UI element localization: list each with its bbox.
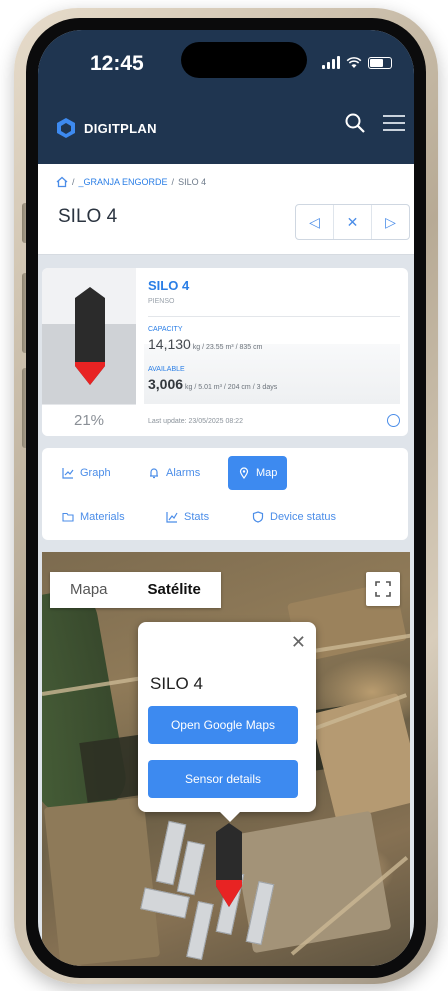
silo-product: PIENSO [148, 298, 175, 305]
fullscreen-button[interactable] [366, 572, 400, 606]
close-button[interactable]: ✕ [333, 205, 371, 239]
map-field [43, 797, 161, 966]
brand-logo[interactable]: DIGITPLAN [56, 117, 157, 139]
breadcrumb-bar: / _GRANJA ENGORDE / SILO 4 SILO 4 ◁ ✕ ▷ [38, 164, 414, 255]
verified-check-icon [387, 414, 400, 427]
brand-name: DIGITPLAN [84, 120, 157, 136]
map-info-popup: ✕ SILO 4 Open Google Maps Sensor details [138, 622, 316, 822]
map-building [186, 900, 214, 961]
map-type-toggle: Mapa Satélite [50, 572, 221, 608]
tab-label: Materials [80, 511, 125, 523]
capacity-label: CAPACITY [148, 326, 183, 333]
map-pin-icon [239, 467, 249, 479]
tab-label: Graph [80, 467, 111, 479]
battery-icon [368, 57, 392, 69]
shield-icon [252, 511, 264, 523]
screen: 12:45 DIGITPLAN / _GRANJA ENGORDE / SILO… [38, 30, 414, 966]
breadcrumb-farm-link[interactable]: _GRANJA ENGORDE [79, 177, 168, 187]
map-type-satellite[interactable]: Satélite [128, 572, 221, 608]
home-icon[interactable] [56, 176, 68, 188]
tab-stats[interactable]: Stats [156, 502, 219, 532]
wifi-icon [346, 57, 362, 68]
silo-icon [75, 287, 105, 385]
fill-percentage: 21% [42, 404, 136, 436]
available-row: 3,006 kg / 5.01 m³ / 204 cm / 3 days [148, 376, 277, 392]
fullscreen-icon [375, 581, 391, 597]
folder-icon [62, 512, 74, 522]
tab-label: Map [256, 467, 278, 479]
status-time: 12:45 [90, 52, 144, 75]
breadcrumb-current: SILO 4 [178, 177, 207, 187]
chart-icon [62, 468, 74, 479]
page-title: SILO 4 [58, 206, 118, 227]
breadcrumb: / _GRANJA ENGORDE / SILO 4 [56, 176, 206, 188]
map-type-mapa[interactable]: Mapa [50, 572, 128, 608]
capacity-row: 14,130 kg / 23.55 m³ / 835 cm [148, 336, 262, 352]
popup-title: SILO 4 [150, 674, 203, 693]
detail-tabs: Graph Alarms Map Materials Stats Device … [42, 448, 408, 540]
silo-summary-card: 21% SILO 4 PIENSO CAPACITY 14,130 kg / 2… [42, 268, 408, 436]
tab-alarms[interactable]: Alarms [138, 458, 210, 488]
phone-bezel: 12:45 DIGITPLAN / _GRANJA ENGORDE / SILO… [26, 18, 426, 978]
menu-icon[interactable] [382, 113, 406, 133]
tab-label: Alarms [166, 467, 201, 479]
bell-icon [150, 468, 158, 479]
capacity-value: 14,130 [148, 336, 191, 352]
stats-icon [166, 512, 178, 523]
silo-map-marker-icon[interactable] [214, 822, 244, 908]
dynamic-island [181, 42, 307, 78]
silo-info: SILO 4 PIENSO CAPACITY 14,130 kg / 23.55… [144, 268, 408, 436]
last-update: Last update: 23/05/2025 08:22 [148, 418, 243, 425]
open-google-maps-button[interactable]: Open Google Maps [148, 706, 298, 744]
available-detail: kg / 5.01 m³ / 204 cm / 3 days [185, 384, 278, 391]
available-value: 3,006 [148, 376, 184, 392]
signal-icon [322, 56, 340, 69]
app-header: 12:45 DIGITPLAN [38, 30, 414, 164]
breadcrumb-separator: / [171, 177, 175, 187]
popup-close-button[interactable]: ✕ [291, 632, 306, 653]
sensor-details-button[interactable]: Sensor details [148, 760, 298, 798]
silo-name[interactable]: SILO 4 [148, 278, 189, 293]
capacity-detail: kg / 23.55 m³ / 835 cm [192, 344, 263, 351]
tab-device-status[interactable]: Device status [242, 502, 346, 532]
record-navigation: ◁ ✕ ▷ [295, 204, 410, 240]
search-icon[interactable] [344, 112, 366, 134]
status-icons [322, 56, 392, 69]
tab-map[interactable]: Map [228, 456, 288, 490]
next-button[interactable]: ▷ [371, 205, 409, 239]
previous-button[interactable]: ◁ [296, 205, 333, 239]
tab-label: Device status [270, 511, 337, 523]
divider [148, 316, 400, 317]
available-label: AVAILABLE [148, 366, 185, 373]
breadcrumb-separator: / [72, 177, 75, 187]
silo-level-pane: 21% [42, 268, 136, 436]
header-actions [344, 112, 406, 134]
tab-label: Stats [184, 511, 210, 523]
tab-graph[interactable]: Graph [52, 458, 121, 488]
info-background [144, 344, 400, 404]
hexagon-logo-icon [57, 118, 75, 138]
tab-materials[interactable]: Materials [52, 502, 135, 532]
satellite-map[interactable]: Mapa Satélite ✕ SILO 4 Open Google Maps … [42, 552, 410, 966]
